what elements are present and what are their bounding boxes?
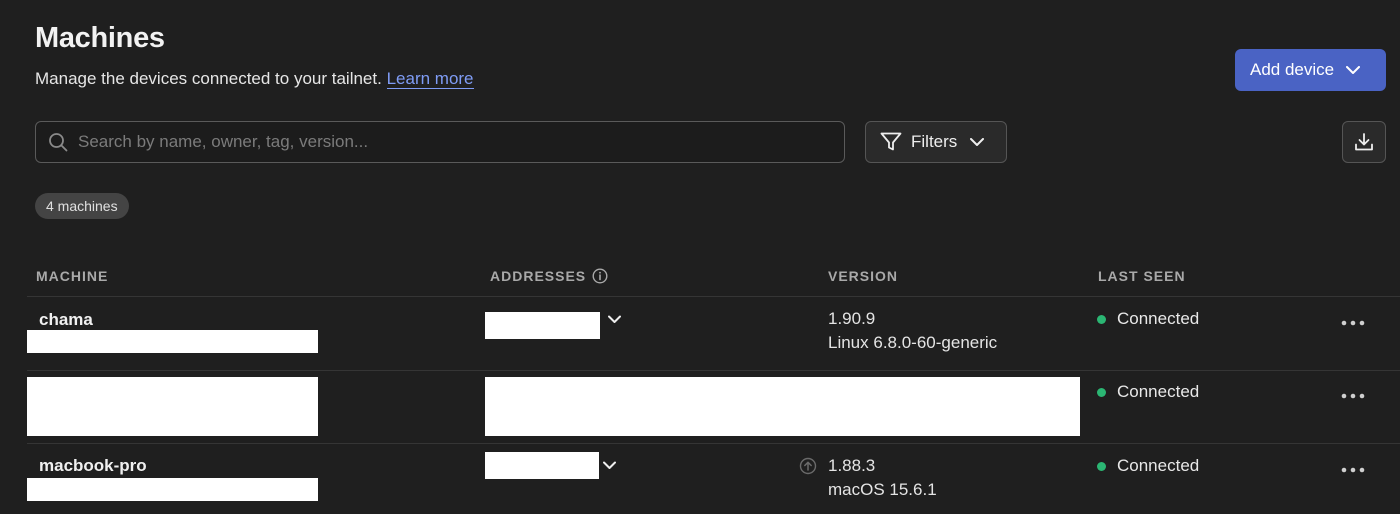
search-icon: [49, 133, 68, 152]
more-icon: [1341, 320, 1365, 326]
column-header-label: MACHINE: [36, 268, 109, 284]
page-subtitle: Manage the devices connected to your tai…: [35, 69, 474, 89]
more-icon: [1341, 393, 1365, 399]
status-indicator: Connected: [1097, 382, 1199, 402]
more-icon: [1341, 467, 1365, 473]
column-header-label: VERSION: [828, 268, 899, 284]
divider: [27, 443, 1400, 444]
version-cell: 1.90.9 Linux 6.8.0-60-generic: [828, 307, 997, 355]
row-actions-button[interactable]: [1339, 460, 1367, 480]
machines-page: Machines Manage the devices connected to…: [0, 0, 1400, 514]
subtitle-text: Manage the devices connected to your tai…: [35, 69, 382, 88]
os-version: macOS 15.6.1: [828, 480, 937, 499]
add-device-label: Add device: [1250, 60, 1335, 79]
connected-dot-icon: [1097, 314, 1106, 324]
filters-label: Filters: [911, 132, 958, 151]
machine-name[interactable]: macbook-pro: [39, 456, 147, 476]
version-number: 1.88.3: [828, 456, 876, 475]
redacted-block: [27, 330, 318, 353]
search-box: [35, 121, 845, 163]
add-device-button[interactable]: Add device: [1235, 49, 1386, 91]
column-header-version[interactable]: VERSION: [828, 268, 898, 284]
redacted-block: [485, 312, 600, 339]
filter-icon: [880, 132, 902, 151]
learn-more-link[interactable]: Learn more: [386, 69, 474, 89]
column-header-label: ADDRESSES: [490, 268, 587, 284]
status-indicator: Connected: [1097, 309, 1199, 329]
column-header-label: LAST SEEN: [1098, 268, 1186, 284]
column-header-machine[interactable]: MACHINE: [36, 268, 108, 284]
redacted-block: [485, 377, 1080, 436]
column-header-last-seen[interactable]: LAST SEEN: [1098, 268, 1186, 284]
info-icon[interactable]: [592, 268, 608, 284]
page-title: Machines: [35, 22, 165, 54]
update-available-icon[interactable]: [799, 457, 817, 475]
row-actions-button[interactable]: [1339, 313, 1367, 333]
divider: [27, 370, 1400, 371]
version-number: 1.90.9: [828, 309, 876, 328]
chevron-down-icon[interactable]: [608, 315, 621, 324]
status-text: Connected: [1117, 456, 1200, 475]
redacted-block: [485, 452, 599, 479]
row-actions-button[interactable]: [1339, 386, 1367, 406]
chevron-down-icon: [970, 137, 985, 146]
search-input[interactable]: [78, 132, 844, 152]
machine-name[interactable]: chama: [39, 310, 93, 330]
redacted-block: [27, 478, 318, 501]
column-header-addresses[interactable]: ADDRESSES: [490, 268, 608, 284]
version-cell: 1.88.3 macOS 15.6.1: [828, 454, 937, 502]
filters-button[interactable]: Filters: [865, 121, 1007, 163]
redacted-block: [27, 377, 318, 436]
status-text: Connected: [1117, 309, 1200, 328]
export-button[interactable]: [1342, 121, 1386, 163]
divider: [27, 296, 1400, 297]
os-version: Linux 6.8.0-60-generic: [828, 333, 998, 352]
status-text: Connected: [1117, 382, 1200, 401]
machine-count-badge: 4 machines: [35, 193, 129, 219]
status-indicator: Connected: [1097, 456, 1199, 476]
chevron-down-icon[interactable]: [603, 461, 616, 470]
download-icon: [1355, 133, 1373, 151]
chevron-down-icon: [1346, 65, 1361, 74]
connected-dot-icon: [1097, 387, 1106, 397]
connected-dot-icon: [1097, 461, 1106, 471]
